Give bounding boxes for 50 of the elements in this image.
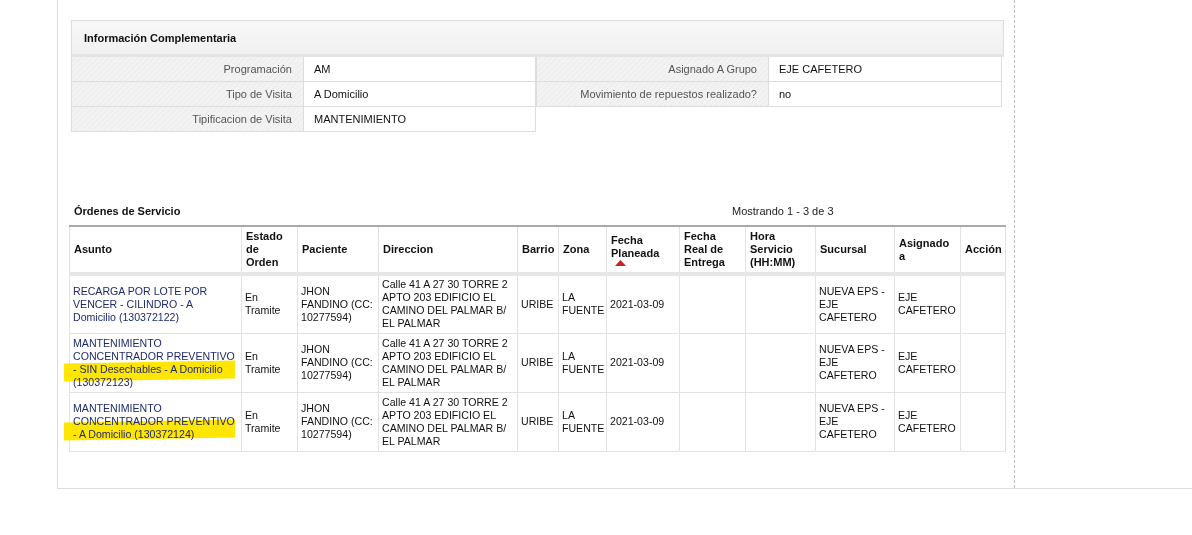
- table-cell: Calle 41 A 27 30 TORRE 2 APTO 203 EDIFICIO EL CAMINO DEL PALMAR B/ EL PALMAR: [378, 274, 518, 333]
- field-label: Tipo de Visita: [72, 82, 304, 106]
- table-cell: En Tramite: [241, 274, 298, 333]
- column-header[interactable]: Asignado a: [894, 226, 961, 274]
- table-cell: NUEVA EPS - EJE CAFETERO: [815, 333, 895, 392]
- column-header[interactable]: Sucursal: [815, 226, 895, 274]
- table-cell: 2021-03-09: [606, 333, 680, 392]
- table-cell: JHON FANDINO (CC: 10277594): [297, 274, 379, 333]
- column-header[interactable]: Asunto: [69, 226, 242, 274]
- table-cell: URIBE: [517, 392, 559, 451]
- table-cell: EJE CAFETERO: [894, 274, 961, 333]
- field-label: Programación: [72, 57, 304, 81]
- sort-ascending-icon: [615, 259, 626, 266]
- table-cell: LA FUENTE: [558, 392, 607, 451]
- column-header[interactable]: Acción: [960, 226, 1006, 274]
- column-header[interactable]: Fecha Planeada: [606, 226, 680, 274]
- table-cell: 2021-03-09: [606, 274, 680, 333]
- table-cell: NUEVA EPS - EJE CAFETERO: [815, 392, 895, 451]
- table-cell: EJE CAFETERO: [894, 392, 961, 451]
- field-value: EJE CAFETERO: [778, 62, 864, 77]
- table-cell: Calle 41 A 27 30 TORRE 2 APTO 203 EDIFICIO EL CAMINO DEL PALMAR B/ EL PALMAR: [378, 333, 518, 392]
- table-cell: LA FUENTE: [558, 333, 607, 392]
- field-label: Tipificacion de Visita: [72, 107, 304, 131]
- column-header[interactable]: Fecha Real de Entrega: [679, 226, 746, 274]
- column-header[interactable]: Estado de Orden: [241, 226, 298, 274]
- field-label: Movimiento de repuestos realizado?: [537, 82, 769, 106]
- column-header[interactable]: Direccion: [378, 226, 518, 274]
- table-title: Órdenes de Servicio: [74, 205, 182, 217]
- table-cell: EJE CAFETERO: [894, 333, 961, 392]
- field-value: A Domicilio: [313, 87, 370, 102]
- field-value: MANTENIMIENTO: [313, 112, 408, 127]
- column-header[interactable]: Barrio: [517, 226, 559, 274]
- column-header[interactable]: Hora Servicio (HH:MM): [745, 226, 816, 274]
- field-value: AM: [313, 62, 332, 77]
- table-cell: URIBE: [517, 274, 559, 333]
- table-cell: En Tramite: [241, 392, 298, 451]
- table-cell: En Tramite: [241, 333, 298, 392]
- table-cell: 2021-03-09: [606, 392, 680, 451]
- table-cell: JHON FANDINO (CC: 10277594): [297, 333, 379, 392]
- field-value: no: [778, 87, 793, 102]
- section-title: Información Complementaria: [84, 31, 237, 44]
- table-cell: NUEVA EPS - EJE CAFETERO: [815, 274, 895, 333]
- table-cell: Calle 41 A 27 30 TORRE 2 APTO 203 EDIFICIO EL CAMINO DEL PALMAR B/ EL PALMAR: [378, 392, 518, 451]
- field-label: Asignado A Grupo: [537, 57, 769, 81]
- table-cell: JHON FANDINO (CC: 10277594): [297, 392, 379, 451]
- column-header[interactable]: Zona: [558, 226, 607, 274]
- record-count: Mostrando 1 - 3 de 3: [732, 205, 834, 217]
- table-cell: LA FUENTE: [558, 274, 607, 333]
- table-cell: URIBE: [517, 333, 559, 392]
- column-header[interactable]: Paciente: [297, 226, 379, 274]
